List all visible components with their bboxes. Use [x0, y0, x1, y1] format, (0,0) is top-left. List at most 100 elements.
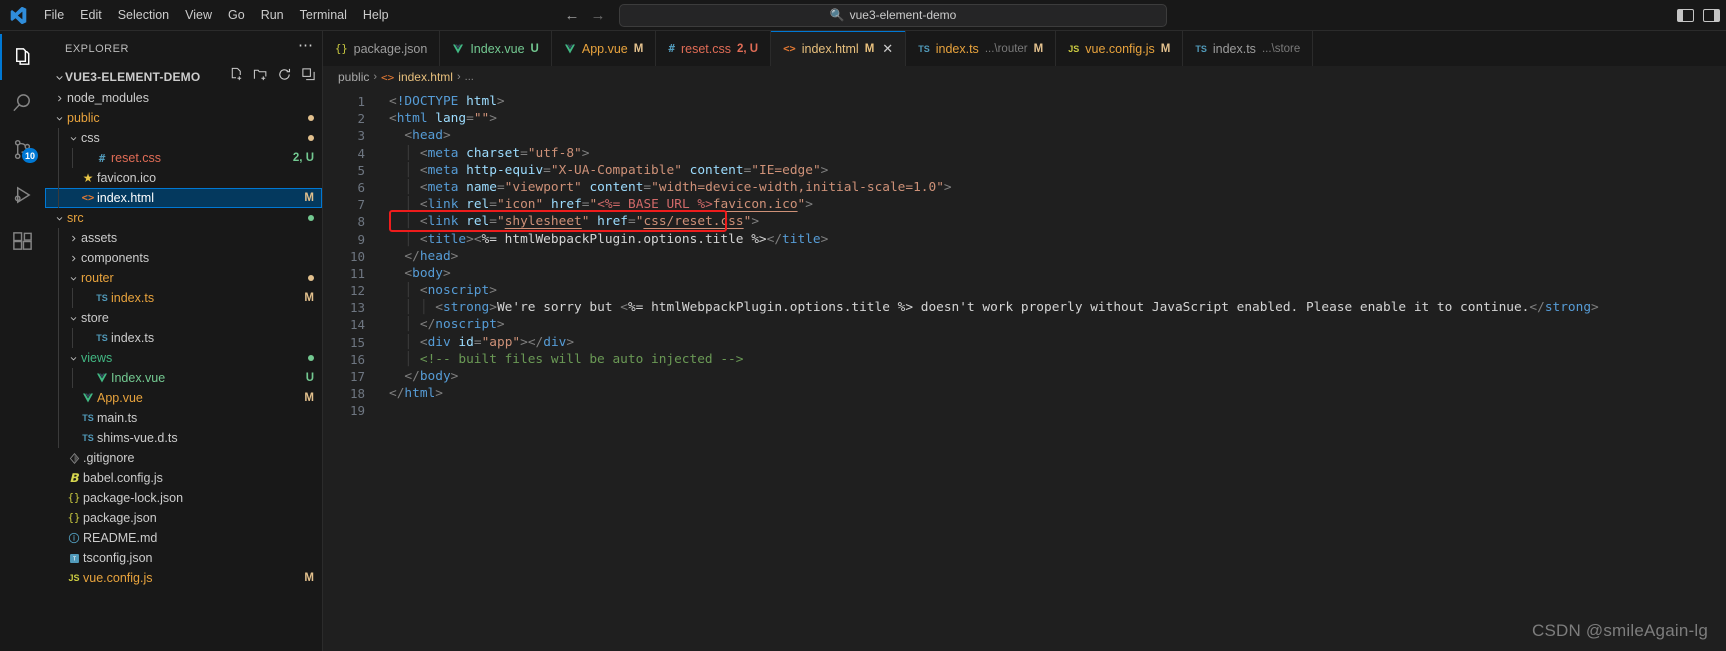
tree-folder-assets[interactable]: assets	[45, 228, 322, 248]
code-editor[interactable]: 1 2 3 4 5 6 7 8 9 10 11 12 13 14 15 16 17 18 19 <!DOCTYPE …	[323, 88, 1726, 651]
indent-guide	[58, 328, 59, 348]
menu-file[interactable]: File	[36, 0, 72, 31]
tree-folder-views[interactable]: views	[45, 348, 322, 368]
chevron-down-icon[interactable]	[53, 114, 65, 123]
indent-guide	[58, 188, 59, 208]
editor-tab-reset-css[interactable]: # reset.css 2, U	[656, 31, 772, 66]
tree-item-label: package-lock.json	[83, 491, 184, 505]
layout-sidebar-right-icon[interactable]	[1703, 9, 1720, 22]
tree-file-package-json[interactable]: {} package.json	[45, 508, 322, 528]
activity-source-control[interactable]: 10	[0, 126, 45, 172]
tree-item-label: reset.css	[111, 151, 162, 165]
menu-edit[interactable]: Edit	[72, 0, 110, 31]
tab-status-badge: M	[1033, 42, 1044, 55]
indent-guide	[58, 248, 59, 268]
tree-file-babel-config-js[interactable]: 𝗕babel.config.js	[45, 468, 322, 488]
editor-tab-index-ts-store[interactable]: TS index.ts ...\store	[1183, 31, 1314, 66]
indent-guide	[72, 328, 73, 348]
line-number: 2	[357, 111, 365, 127]
tree-item-change-dot	[308, 115, 314, 121]
chevron-right-icon[interactable]	[67, 234, 79, 243]
menu-terminal[interactable]: Terminal	[292, 0, 355, 31]
tree-file-index-ts[interactable]: TS index.ts	[45, 328, 322, 348]
menu-run[interactable]: Run	[253, 0, 292, 31]
editor-tab-index-vue[interactable]: Index.vue U	[440, 31, 552, 66]
tree-file-package-lock-json[interactable]: {} package-lock.json	[45, 488, 322, 508]
tree-file--gitignore[interactable]: .gitignore	[45, 448, 322, 468]
tree-file-vue-config-js[interactable]: JS vue.config.js M	[45, 568, 322, 588]
tab-label: index.ts	[935, 41, 979, 56]
tree-item-label: node_modules	[67, 91, 150, 105]
ellipsis-icon[interactable]: ⋯	[298, 38, 314, 56]
vue-icon	[79, 392, 97, 404]
menu-go[interactable]: Go	[220, 0, 253, 31]
breadcrumb-file[interactable]: index.html	[398, 70, 453, 84]
babel-icon: 𝗕	[69, 471, 79, 485]
new-folder-icon[interactable]	[253, 67, 268, 87]
tree-file-index-vue[interactable]: Index.vue U	[45, 368, 322, 388]
tree-folder-node-modules[interactable]: node_modules	[45, 88, 322, 108]
breadcrumb-tail[interactable]: ...	[465, 71, 474, 83]
tree-file-shims-vue-d-ts[interactable]: TS shims-vue.d.ts	[45, 428, 322, 448]
tree-folder-css[interactable]: css	[45, 128, 322, 148]
arrow-left-icon[interactable]: ←	[559, 4, 585, 26]
tree-file-index-html[interactable]: <> index.html M	[45, 188, 322, 208]
tree-item-label: views	[81, 351, 113, 365]
tree-item-change-dot	[308, 275, 314, 281]
tree-folder-store[interactable]: store	[45, 308, 322, 328]
layout-sidebar-left-icon[interactable]	[1677, 9, 1694, 22]
refresh-icon[interactable]	[277, 67, 292, 87]
tree-folder-router[interactable]: router	[45, 268, 322, 288]
chevron-down-icon[interactable]	[67, 274, 79, 283]
editor-tab-package-json[interactable]: {} package.json	[323, 31, 441, 66]
editor-tab-index-html[interactable]: <> index.html M ✕	[771, 31, 907, 66]
activity-explorer[interactable]	[0, 34, 45, 80]
chevron-down-icon[interactable]	[67, 314, 79, 323]
tree-file-app-vue[interactable]: App.vue M	[45, 388, 322, 408]
vscode-logo-icon	[0, 0, 36, 31]
close-icon[interactable]: ✕	[882, 42, 893, 55]
code-brackets-icon: <>	[81, 192, 95, 204]
editor-tab-index-ts-router[interactable]: TS index.ts ...\router M	[906, 31, 1057, 66]
tab-label: package.json	[353, 41, 428, 56]
tree-item-label: favicon.ico	[97, 171, 157, 185]
ts-icon: TS	[96, 293, 108, 303]
chevron-down-icon[interactable]	[67, 354, 79, 363]
tree-file-reset-css[interactable]: # reset.css 2, U	[45, 148, 322, 168]
chevron-right-icon[interactable]	[67, 254, 79, 263]
chevron-down-icon[interactable]	[67, 134, 79, 143]
activity-extensions[interactable]	[0, 218, 45, 264]
new-file-icon[interactable]	[229, 67, 244, 87]
tree-item-label: index.ts	[111, 291, 155, 305]
editor-tab-vue-config-js[interactable]: JS vue.config.js M	[1056, 31, 1184, 66]
chevron-down-icon[interactable]	[53, 73, 65, 82]
tree-file-readme-md[interactable]: README.md	[45, 528, 322, 548]
tree-folder-src[interactable]: src	[45, 208, 322, 228]
tree-folder-public[interactable]: public	[45, 108, 322, 128]
activity-run-and-debug[interactable]	[0, 172, 45, 218]
chevron-down-icon[interactable]	[53, 214, 65, 223]
tree-file-main-ts[interactable]: TS main.ts	[45, 408, 322, 428]
arrow-right-icon[interactable]: →	[585, 4, 611, 26]
explorer-root-row[interactable]: VUE3-ELEMENT-DEMO	[45, 66, 322, 88]
tree-file-favicon-ico[interactable]: ★ favicon.ico	[45, 168, 322, 188]
line-number: 19	[349, 403, 365, 419]
menu-selection[interactable]: Selection	[110, 0, 177, 31]
menu-help[interactable]: Help	[355, 0, 397, 31]
activity-search[interactable]	[0, 80, 45, 126]
tree-file-tsconfig-json[interactable]: Ttsconfig.json	[45, 548, 322, 568]
breadcrumb-folder[interactable]: public	[338, 70, 369, 84]
quick-open-search[interactable]: 🔍 vue3-element-demo	[619, 3, 1167, 27]
collapse-all-icon[interactable]	[301, 67, 316, 87]
tree-item-status-badge: 2, U	[292, 152, 314, 164]
tree-folder-components[interactable]: components	[45, 248, 322, 268]
menu-bar[interactable]: File Edit Selection View Go Run Terminal…	[36, 0, 397, 31]
code-content[interactable]: <!DOCTYPE html> <html lang=""> <head> │ <…	[375, 88, 1726, 651]
chevron-right-icon[interactable]	[53, 94, 65, 103]
menu-view[interactable]: View	[177, 0, 220, 31]
tree-file-index-ts[interactable]: TS index.ts M	[45, 288, 322, 308]
info-icon	[65, 532, 83, 544]
editor-tab-app-vue[interactable]: App.vue M	[551, 31, 657, 66]
code-line: │ <title><%= htmlWebpackPlugin.options.t…	[404, 231, 829, 247]
